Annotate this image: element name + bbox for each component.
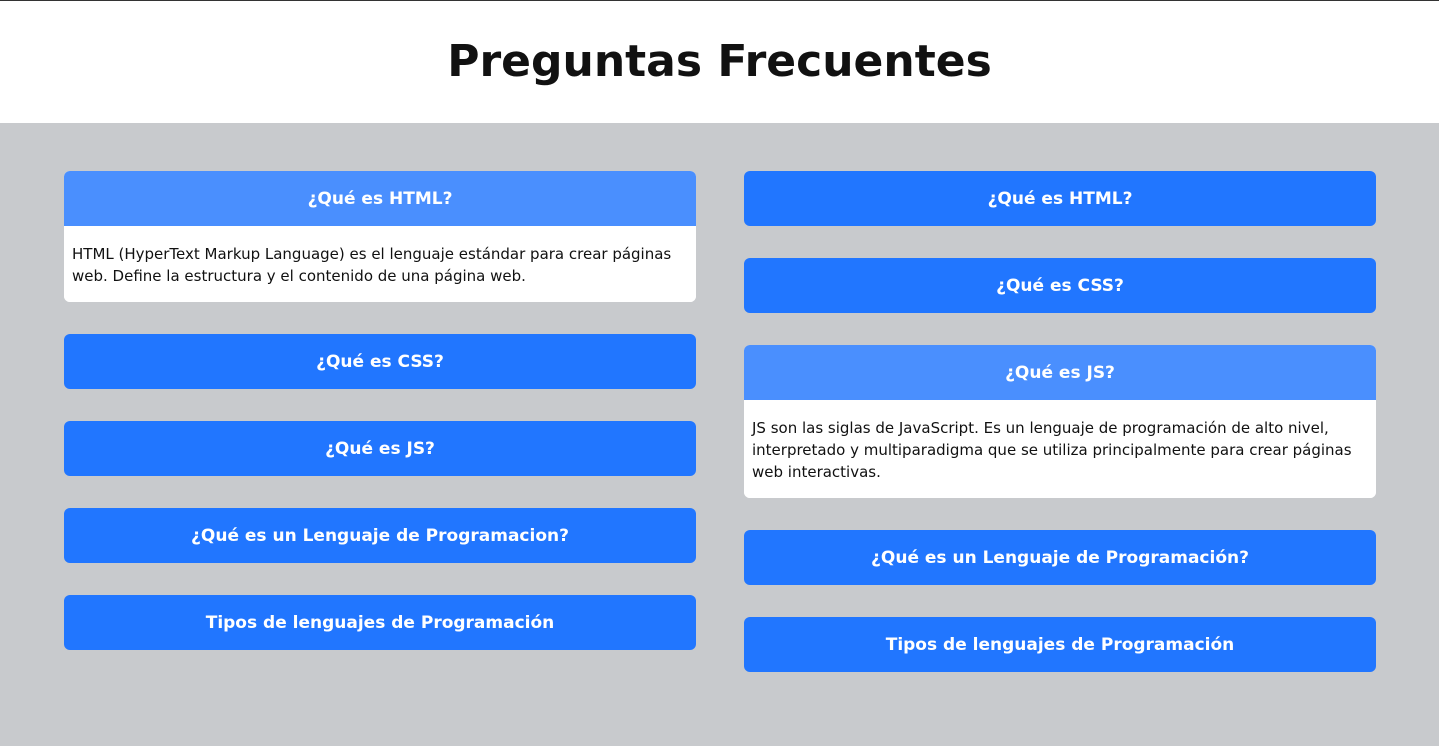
- faq-question-html-left[interactable]: ¿Qué es HTML?: [64, 171, 696, 226]
- faq-item-js-right: ¿Qué es JS? JS son las siglas de JavaScr…: [744, 345, 1376, 498]
- faq-question-css-right[interactable]: ¿Qué es CSS?: [744, 258, 1376, 313]
- faq-item-html-right: ¿Qué es HTML?: [744, 171, 1376, 226]
- faq-item-lenguaje-left: ¿Qué es un Lenguaje de Programacion?: [64, 508, 696, 563]
- faq-column-left: ¿Qué es HTML? HTML (HyperText Markup Lan…: [64, 171, 696, 682]
- faq-item-css-right: ¿Qué es CSS?: [744, 258, 1376, 313]
- faq-column-right: ¿Qué es HTML? ¿Qué es CSS? ¿Qué es JS? J…: [744, 171, 1376, 704]
- faq-item-tipos-left: Tipos de lenguajes de Programación: [64, 595, 696, 650]
- faq-question-lenguaje-left[interactable]: ¿Qué es un Lenguaje de Programacion?: [64, 508, 696, 563]
- faq-item-html-left: ¿Qué es HTML? HTML (HyperText Markup Lan…: [64, 171, 696, 302]
- page-title: Preguntas Frecuentes: [447, 35, 992, 87]
- faq-item-tipos-right: Tipos de lenguajes de Programación: [744, 617, 1376, 672]
- faq-question-js-left[interactable]: ¿Qué es JS?: [64, 421, 696, 476]
- faq-item-js-left: ¿Qué es JS?: [64, 421, 696, 476]
- faq-question-tipos-right[interactable]: Tipos de lenguajes de Programación: [744, 617, 1376, 672]
- faq-question-css-left[interactable]: ¿Qué es CSS?: [64, 334, 696, 389]
- faq-item-css-left: ¿Qué es CSS?: [64, 334, 696, 389]
- faq-question-lenguaje-right[interactable]: ¿Qué es un Lenguaje de Programación?: [744, 530, 1376, 585]
- faq-question-html-right[interactable]: ¿Qué es HTML?: [744, 171, 1376, 226]
- faq-answer-js-right: JS son las siglas de JavaScript. Es un l…: [744, 400, 1376, 498]
- faq-main: ¿Qué es HTML? HTML (HyperText Markup Lan…: [0, 123, 1439, 746]
- faq-item-lenguaje-right: ¿Qué es un Lenguaje de Programación?: [744, 530, 1376, 585]
- page-header: Preguntas Frecuentes: [0, 1, 1439, 123]
- faq-question-js-right[interactable]: ¿Qué es JS?: [744, 345, 1376, 400]
- faq-question-tipos-left[interactable]: Tipos de lenguajes de Programación: [64, 595, 696, 650]
- faq-answer-html-left: HTML (HyperText Markup Language) es el l…: [64, 226, 696, 302]
